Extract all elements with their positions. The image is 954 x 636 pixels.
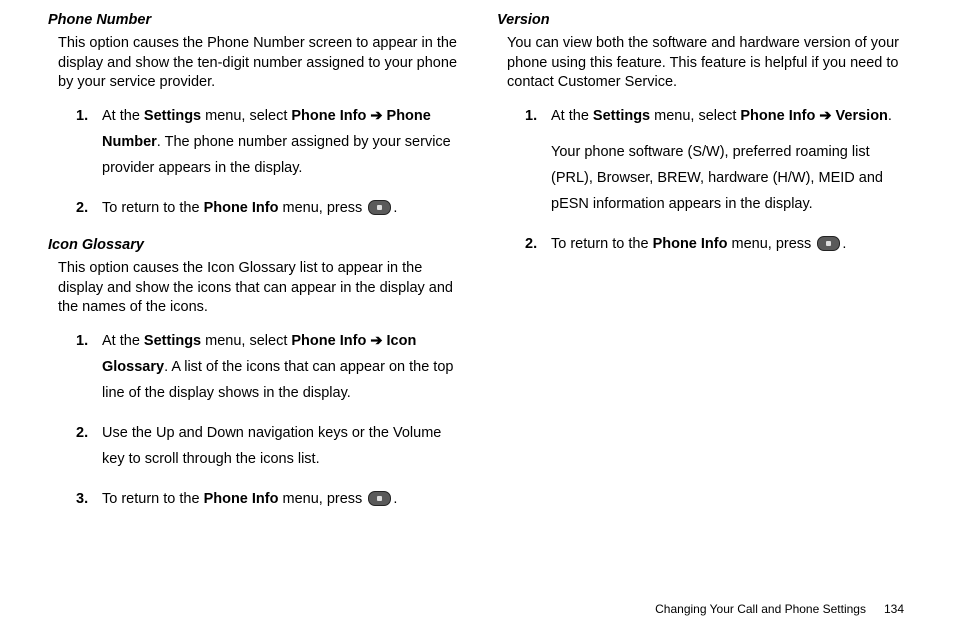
- step-item: 3. To return to the Phone Info menu, pre…: [76, 486, 457, 512]
- step-number: 1.: [76, 328, 102, 406]
- text-fragment: .: [888, 108, 892, 124]
- text-fragment: To return to the: [102, 200, 204, 216]
- step-number: 3.: [76, 486, 102, 512]
- step-text: At the Settings menu, select Phone Info …: [102, 103, 457, 181]
- step-number: 2.: [76, 195, 102, 221]
- heading-icon-glossary: Icon Glossary: [48, 237, 457, 253]
- heading-version: Version: [497, 12, 906, 28]
- step-number: 2.: [525, 231, 551, 257]
- step-item: 2. Use the Up and Down navigation keys o…: [76, 420, 457, 472]
- text-fragment: At the: [551, 108, 593, 124]
- step-item: 1. At the Settings menu, select Phone In…: [525, 103, 906, 217]
- text-fragment: menu, select: [201, 333, 291, 349]
- menu-phone-info: Phone Info: [204, 200, 279, 216]
- content-columns: Phone Number This option causes the Phon…: [48, 10, 906, 602]
- step-item: 2. To return to the Phone Info menu, pre…: [525, 231, 906, 257]
- menu-settings: Settings: [144, 333, 201, 349]
- steps-phone-number: 1. At the Settings menu, select Phone In…: [76, 103, 457, 235]
- menu-phone-info: Phone Info: [291, 108, 366, 124]
- text-fragment: To return to the: [551, 236, 653, 252]
- ok-key-icon: [368, 200, 391, 215]
- left-column: Phone Number This option causes the Phon…: [48, 10, 457, 602]
- text-fragment: At the: [102, 333, 144, 349]
- step-text: Use the Up and Down navigation keys or t…: [102, 420, 457, 472]
- step-text: To return to the Phone Info menu, press …: [551, 231, 906, 257]
- right-column: Version You can view both the software a…: [497, 10, 906, 602]
- text-fragment: menu, select: [201, 108, 291, 124]
- step-number: 1.: [76, 103, 102, 181]
- paragraph-version-intro: You can view both the software and hardw…: [507, 34, 906, 93]
- steps-icon-glossary: 1. At the Settings menu, select Phone In…: [76, 328, 457, 527]
- arrow-icon: ➔: [815, 108, 835, 124]
- menu-phone-info: Phone Info: [291, 333, 366, 349]
- menu-settings: Settings: [593, 108, 650, 124]
- text-fragment: menu, press: [278, 491, 366, 507]
- text-fragment: menu, press: [727, 236, 815, 252]
- step-text: At the Settings menu, select Phone Info …: [551, 103, 906, 217]
- step-text: To return to the Phone Info menu, press …: [102, 486, 457, 512]
- menu-phone-info: Phone Info: [740, 108, 815, 124]
- heading-phone-number: Phone Number: [48, 12, 457, 28]
- menu-phone-info: Phone Info: [653, 236, 728, 252]
- step-text: At the Settings menu, select Phone Info …: [102, 328, 457, 406]
- paragraph-icon-glossary-intro: This option causes the Icon Glossary lis…: [58, 259, 457, 318]
- step-item: 1. At the Settings menu, select Phone In…: [76, 103, 457, 181]
- footer-chapter: Changing Your Call and Phone Settings: [655, 602, 866, 616]
- menu-settings: Settings: [144, 108, 201, 124]
- ok-key-icon: [817, 236, 840, 251]
- ok-key-icon: [368, 491, 391, 506]
- steps-version: 1. At the Settings menu, select Phone In…: [525, 103, 906, 271]
- text-fragment: At the: [102, 108, 144, 124]
- arrow-icon: ➔: [366, 108, 386, 124]
- text-fragment: .: [393, 491, 397, 507]
- step-number: 1.: [525, 103, 551, 217]
- text-fragment: Your phone software (S/W), preferred roa…: [551, 144, 883, 212]
- text-fragment: To return to the: [102, 491, 204, 507]
- menu-version: Version: [836, 108, 888, 124]
- text-fragment: menu, press: [278, 200, 366, 216]
- step-number: 2.: [76, 420, 102, 472]
- footer-page-number: 134: [884, 602, 904, 616]
- step-item: 2. To return to the Phone Info menu, pre…: [76, 195, 457, 221]
- step-text: To return to the Phone Info menu, press …: [102, 195, 457, 221]
- step-item: 1. At the Settings menu, select Phone In…: [76, 328, 457, 406]
- text-fragment: menu, select: [650, 108, 740, 124]
- text-fragment: .: [842, 236, 846, 252]
- paragraph-phone-number-intro: This option causes the Phone Number scre…: [58, 34, 457, 93]
- menu-phone-info: Phone Info: [204, 491, 279, 507]
- text-fragment: .: [393, 200, 397, 216]
- page-footer: Changing Your Call and Phone Settings 13…: [48, 602, 906, 620]
- arrow-icon: ➔: [366, 333, 386, 349]
